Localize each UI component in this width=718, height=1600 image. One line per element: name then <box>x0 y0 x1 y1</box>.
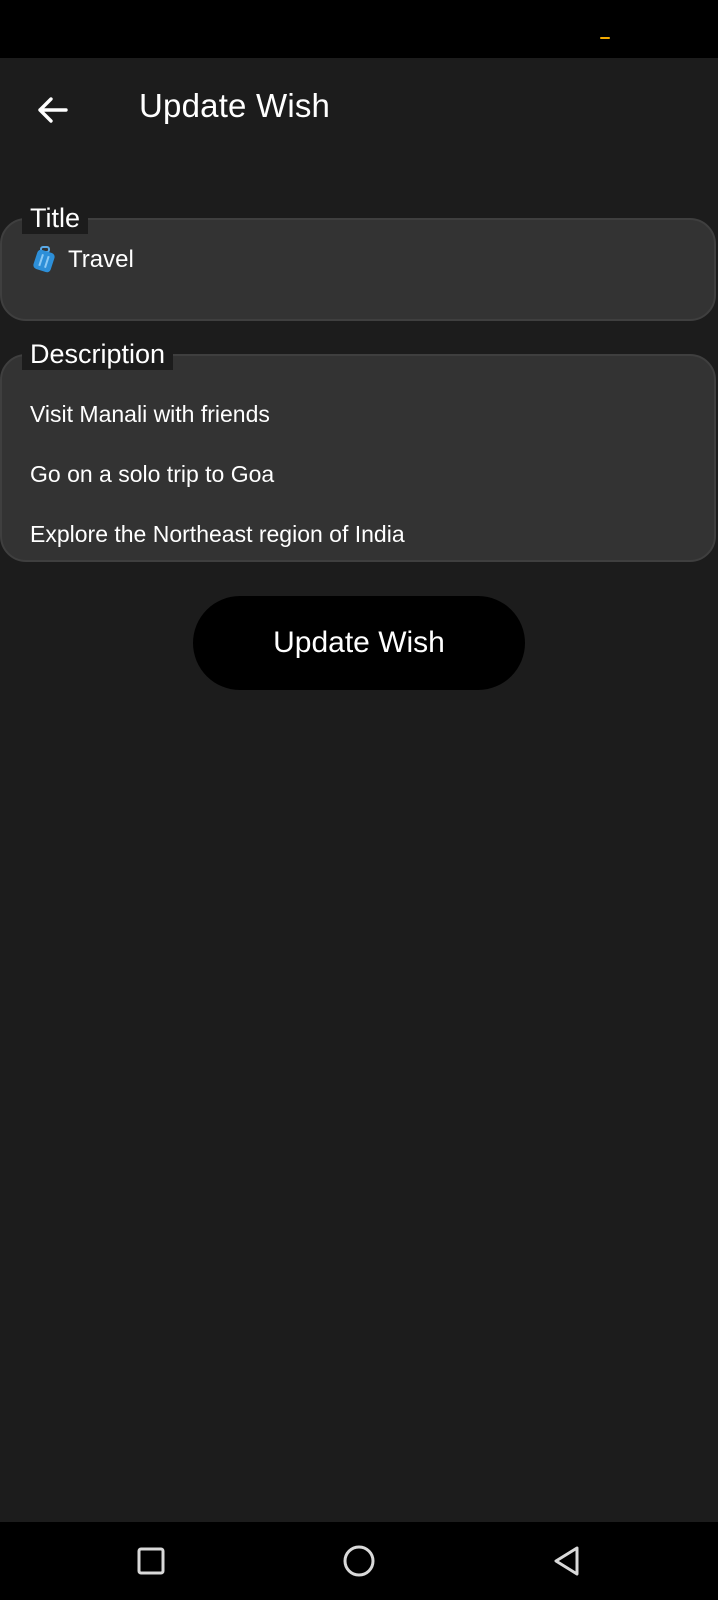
description-line: Visit Manali with friends <box>30 401 270 427</box>
recents-square-icon <box>137 1547 165 1575</box>
luggage-emoji-icon <box>32 246 56 274</box>
description-line: Go on a solo trip to Goa <box>30 461 275 487</box>
app-bar: Update Wish <box>0 58 718 162</box>
update-wish-button[interactable]: Update Wish <box>193 596 525 690</box>
title-text: Travel <box>68 246 134 273</box>
title-value[interactable]: Travel <box>32 246 134 274</box>
system-navigation-bar <box>0 1522 718 1600</box>
page-title: Update Wish <box>139 87 331 124</box>
description-line: Explore the Northeast region of India <box>30 521 405 547</box>
title-label: Title <box>22 202 89 234</box>
status-bar <box>0 0 718 58</box>
home-circle-icon <box>343 1545 375 1577</box>
notification-indicator <box>600 37 610 39</box>
home-button[interactable] <box>337 1539 381 1583</box>
description-text[interactable]: Visit Manali with friends Go on a solo t… <box>30 384 405 564</box>
arrow-left-icon <box>38 97 68 123</box>
back-button[interactable] <box>24 82 80 138</box>
description-field[interactable]: Visit Manali with friends Go on a solo t… <box>0 354 716 562</box>
recents-button[interactable] <box>129 1539 173 1583</box>
system-back-button[interactable] <box>545 1539 589 1583</box>
back-triangle-icon <box>554 1546 579 1576</box>
title-field[interactable]: Travel <box>0 218 716 321</box>
description-label: Description <box>22 338 174 370</box>
